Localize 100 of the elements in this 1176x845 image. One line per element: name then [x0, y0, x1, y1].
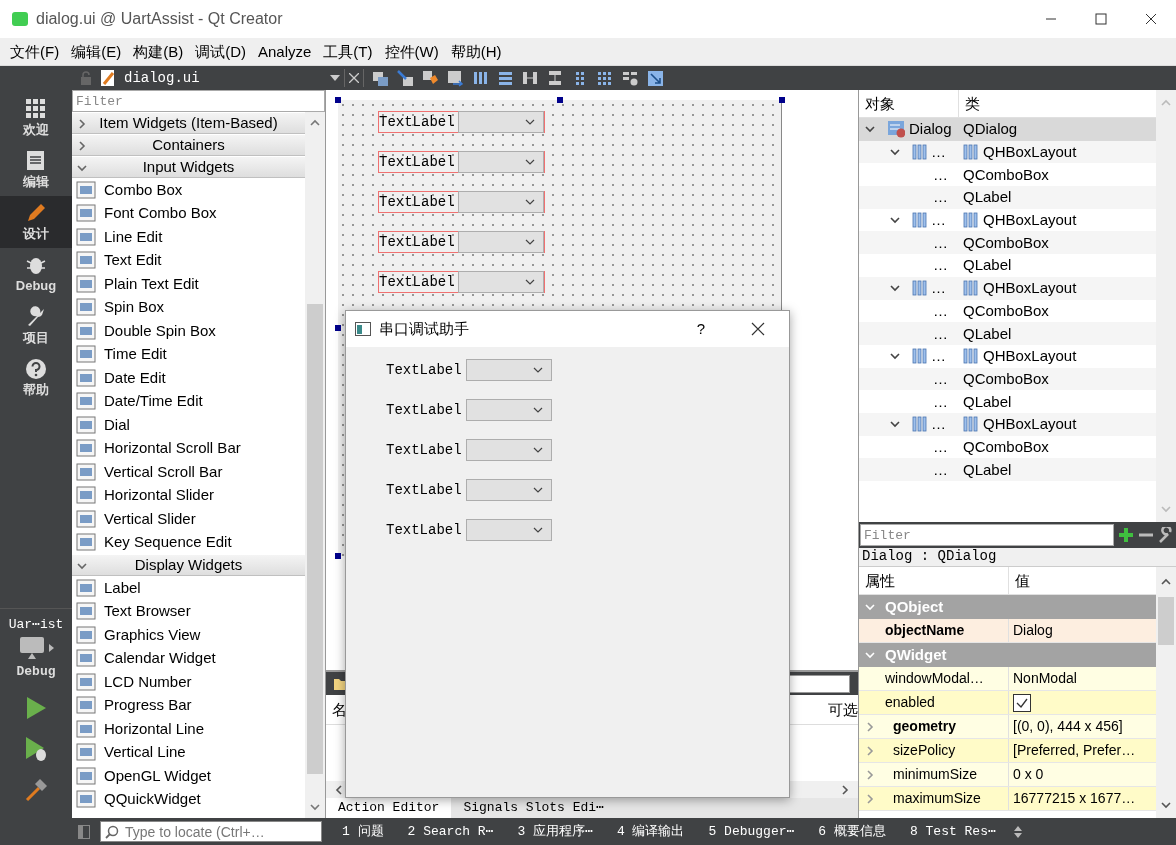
tree-item-name: … — [933, 437, 948, 456]
widget-list-item[interactable]: Font Combo Box — [72, 201, 305, 225]
tree-item-class: QLabel — [963, 392, 1012, 411]
tree-row[interactable]: … QComboBox — [859, 231, 1156, 255]
mode-button[interactable]: 编辑 — [0, 144, 72, 196]
text-label: TextLabel — [379, 273, 456, 291]
tree-row[interactable]: … QLabel — [859, 458, 1156, 481]
tree-row[interactable]: … QHBoxLayout — [859, 412, 1156, 436]
mode-button[interactable]: 帮助 — [0, 352, 72, 404]
tree-row[interactable]: … QHBoxLayout — [859, 276, 1156, 300]
widget-list-item[interactable]: Date/Time Edit — [72, 389, 305, 413]
property-value[interactable]: [Preferred, Prefer… — [1013, 742, 1136, 759]
tree-row[interactable]: … QLabel — [859, 322, 1156, 345]
widget-list-item[interactable]: Vertical Line — [72, 740, 305, 764]
tab[interactable]: Action Editor — [326, 798, 452, 818]
widget-list-item[interactable]: Plain Text Edit — [72, 272, 305, 296]
property-value[interactable]: [(0, 0), 444 x 456] — [1013, 718, 1123, 735]
menu-item[interactable]: 调试(D) — [189, 42, 252, 61]
widget-list-item[interactable]: Vertical Slider — [72, 507, 305, 531]
column-header[interactable]: 对象 — [859, 90, 959, 117]
output-pane-button[interactable]: 6 概要信息 — [810, 823, 894, 840]
menu-item[interactable]: 控件(W) — [378, 42, 445, 61]
tree-item-name: … — [933, 460, 948, 479]
widget-list-item[interactable]: Label — [72, 576, 305, 600]
widget-list-item[interactable]: Date Edit — [72, 366, 305, 390]
menu-item[interactable]: Analyze — [252, 42, 318, 61]
filter-field[interactable]: Filter — [860, 524, 1114, 546]
menu-item[interactable]: 工具(T) — [317, 42, 379, 61]
tree-item-class: QLabel — [963, 256, 1012, 275]
help-button[interactable]: ? — [681, 319, 721, 339]
tree-row[interactable]: … QComboBox — [859, 163, 1156, 187]
column-header[interactable]: 值 — [1009, 567, 1030, 594]
text-label: TextLabel — [386, 521, 463, 539]
widget-list-item[interactable]: Combo Box — [72, 178, 305, 202]
widget-list-item[interactable]: QQuickWidget — [72, 787, 305, 811]
menu-item[interactable]: 构建(B) — [127, 42, 190, 61]
property-value[interactable]: 16777215 x 1677… — [1013, 790, 1136, 807]
tree-row[interactable]: Dialog QDialog — [859, 118, 1156, 141]
tree-item-class: QLabel — [963, 188, 1012, 207]
widget-list-item[interactable]: Spin Box — [72, 295, 305, 319]
widget-list-item[interactable]: Key Sequence Edit — [72, 530, 305, 554]
kit-build-name[interactable]: Debug — [16, 664, 56, 680]
tree-row[interactable]: … QLabel — [859, 254, 1156, 277]
category-header[interactable]: Item Widgets (Item-Based) — [72, 112, 305, 134]
text-label: TextLabel — [379, 153, 456, 171]
mode-button[interactable]: 设计 — [0, 196, 72, 248]
column-header[interactable]: 属性 — [859, 567, 1009, 594]
column-header[interactable]: 可选 — [828, 700, 858, 719]
widget-list-item[interactable]: Dial — [72, 413, 305, 437]
category-header[interactable]: Display Widgets — [72, 554, 305, 576]
property-value[interactable]: Dialog — [1013, 622, 1053, 639]
widget-list-item[interactable]: Horizontal Line — [72, 717, 305, 741]
widget-list-item[interactable]: Text Edit — [72, 248, 305, 272]
output-pane-button[interactable]: 5 Debugger⋯ — [700, 823, 803, 840]
tree-row[interactable]: … QComboBox — [859, 435, 1156, 459]
locator-field[interactable]: Type to locate (Ctrl+… — [100, 821, 322, 842]
tree-item-name: … — [933, 256, 948, 275]
widget-list-item[interactable]: Line Edit — [72, 225, 305, 249]
widget-list-item[interactable]: LCD Number — [72, 670, 305, 694]
tree-row[interactable]: … QComboBox — [859, 367, 1156, 391]
menu-item[interactable]: 文件(F) — [4, 42, 66, 61]
menu-item[interactable]: 编辑(E) — [65, 42, 128, 61]
output-pane-button[interactable]: 3 应用程序⋯ — [509, 823, 601, 840]
widget-list-item[interactable]: Horizontal Scroll Bar — [72, 436, 305, 460]
widget-list-item[interactable]: Graphics View — [72, 623, 305, 647]
widget-list-item[interactable]: Vertical Scroll Bar — [72, 460, 305, 484]
file-name[interactable]: dialog.ui — [124, 69, 200, 87]
tree-row[interactable]: … QComboBox — [859, 299, 1156, 323]
kit-project-name[interactable]: Uar⋯ist — [8, 616, 64, 633]
property-value[interactable]: NonModal — [1013, 670, 1077, 687]
category-header[interactable]: Input Widgets — [72, 156, 305, 178]
tree-item-class: QComboBox — [963, 437, 1049, 456]
widget-list-item[interactable]: Progress Bar — [72, 693, 305, 717]
mode-button[interactable]: 项目 — [0, 300, 72, 352]
tree-row[interactable]: … QLabel — [859, 390, 1156, 413]
widget-list-item[interactable]: Text Browser — [72, 599, 305, 623]
mode-button[interactable]: Debug — [0, 248, 72, 300]
widget-list-item[interactable]: Double Spin Box — [72, 319, 305, 343]
widget-list-item[interactable]: Time Edit — [72, 342, 305, 366]
output-pane-button[interactable]: 1 问题 — [334, 823, 392, 840]
mode-button[interactable]: 欢迎 — [0, 92, 72, 144]
output-pane-button[interactable]: 2 Search R⋯ — [399, 823, 502, 840]
widget-list-item[interactable]: OpenGL Widget — [72, 764, 305, 788]
tree-item-name: … — [931, 143, 946, 162]
column-header[interactable]: 类 — [959, 90, 980, 117]
output-pane-button[interactable]: 8 Test Res⋯ — [901, 823, 1004, 840]
text-label: TextLabel — [379, 193, 456, 211]
filter-field[interactable]: Filter — [72, 90, 325, 112]
output-pane-button[interactable]: 4 编译输出 — [608, 823, 693, 840]
tree-row[interactable]: … QLabel — [859, 186, 1156, 209]
column-header[interactable]: 名 — [332, 700, 347, 719]
tree-row[interactable]: … QHBoxLayout — [859, 208, 1156, 232]
tree-row[interactable]: … QHBoxLayout — [859, 140, 1156, 164]
widget-list-item[interactable]: Horizontal Slider — [72, 483, 305, 507]
category-header[interactable]: Containers — [72, 134, 305, 156]
widget-list-item[interactable]: Calendar Widget — [72, 646, 305, 670]
menu-item[interactable]: 帮助(H) — [444, 42, 508, 61]
tree-row[interactable]: … QHBoxLayout — [859, 344, 1156, 368]
property-value[interactable]: 0 x 0 — [1013, 766, 1044, 783]
property-name: sizePolicy — [859, 739, 1009, 762]
